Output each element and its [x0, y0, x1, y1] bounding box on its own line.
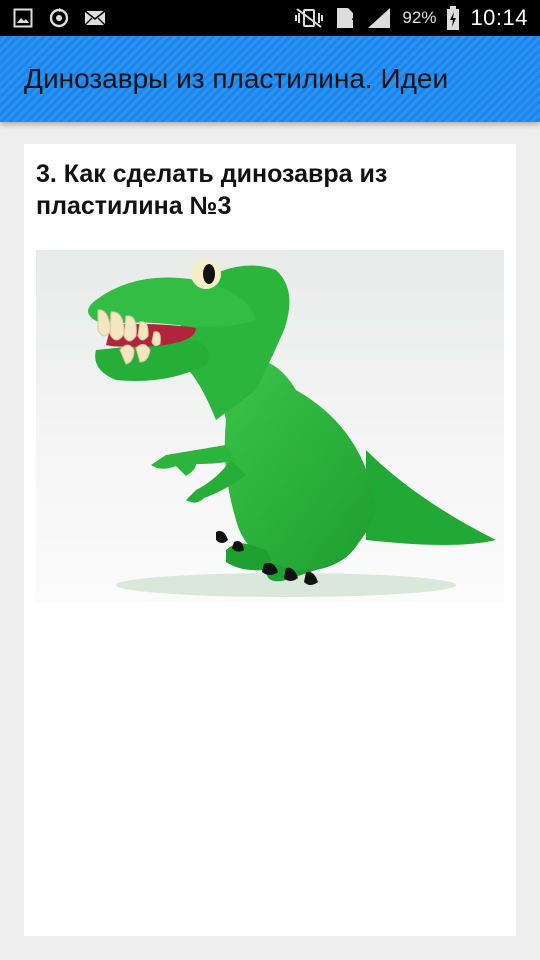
battery-charging-icon	[446, 6, 460, 30]
status-bar: 1 92% 10:14	[0, 0, 540, 36]
app-title: Динозавры из пластилина. Идеи	[24, 63, 449, 94]
app-bar: Динозавры из пластилина. Идеи	[0, 36, 540, 122]
battery-percent: 92%	[402, 8, 437, 27]
mail-icon	[84, 7, 106, 29]
gallery-icon	[12, 7, 34, 29]
vibrate-mute-icon	[294, 7, 324, 29]
sim-slot-number: 1	[351, 7, 360, 24]
sync-icon	[48, 7, 70, 29]
article-card: 3. Как сделать динозавра из пластилина №…	[24, 144, 516, 936]
dinosaur-image[interactable]	[36, 250, 504, 602]
signal-icon	[366, 7, 392, 29]
article-title: 3. Как сделать динозавра из пластилина №…	[36, 160, 388, 220]
clock: 10:14	[470, 5, 528, 30]
